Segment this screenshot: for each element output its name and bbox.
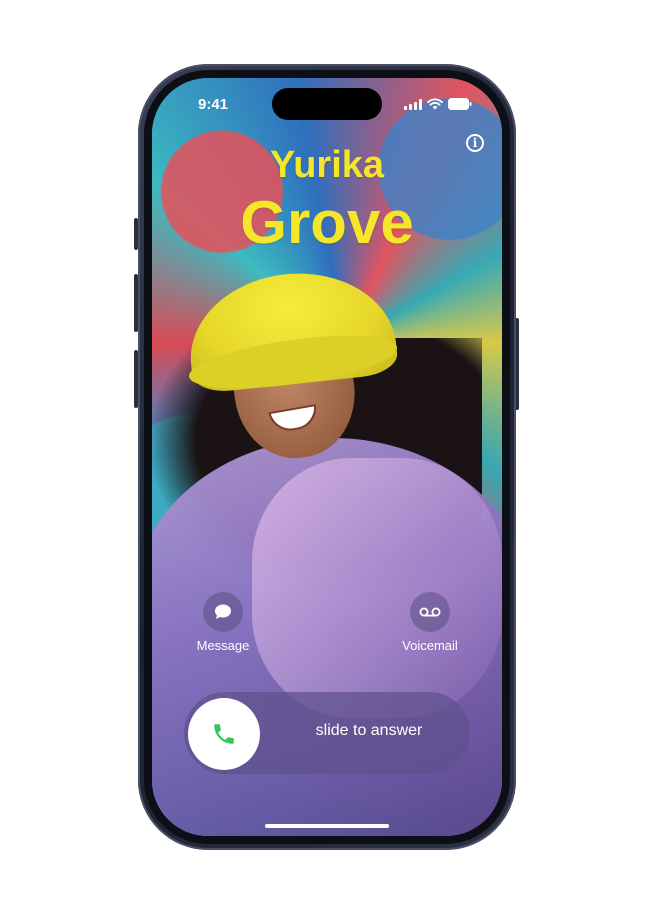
status-time: 9:41 [198,96,229,113]
dynamic-island [272,88,382,120]
slide-to-answer-label: slide to answer [315,722,423,739]
voicemail-icon [419,607,441,617]
contact-photo-shirt-sheen [252,458,502,718]
status-icons [404,98,472,110]
message-circle[interactable] [203,592,243,632]
message-button[interactable]: Message [178,592,268,653]
battery-icon [448,98,472,110]
page: 9:41 i Yurika Grove Message Voicemail sl… [0,0,653,914]
message-bubble-icon [215,604,231,619]
contact-first-name: Yurika [269,144,385,186]
voicemail-button[interactable]: Voicemail [385,592,475,653]
slide-to-answer-track[interactable]: slide to answer [184,692,470,774]
voicemail-label: Voicemail [402,638,458,653]
phone-icon [214,724,234,744]
message-label: Message [196,638,250,653]
incoming-call-screen: 9:41 i Yurika Grove Message Voicemail sl… [152,78,502,836]
home-indicator[interactable] [265,824,389,828]
signal-icon [404,99,422,110]
wifi-icon [427,98,443,110]
contact-last-name: Grove [240,189,414,256]
answer-knob[interactable] [188,698,260,770]
voicemail-circle[interactable] [410,592,450,632]
